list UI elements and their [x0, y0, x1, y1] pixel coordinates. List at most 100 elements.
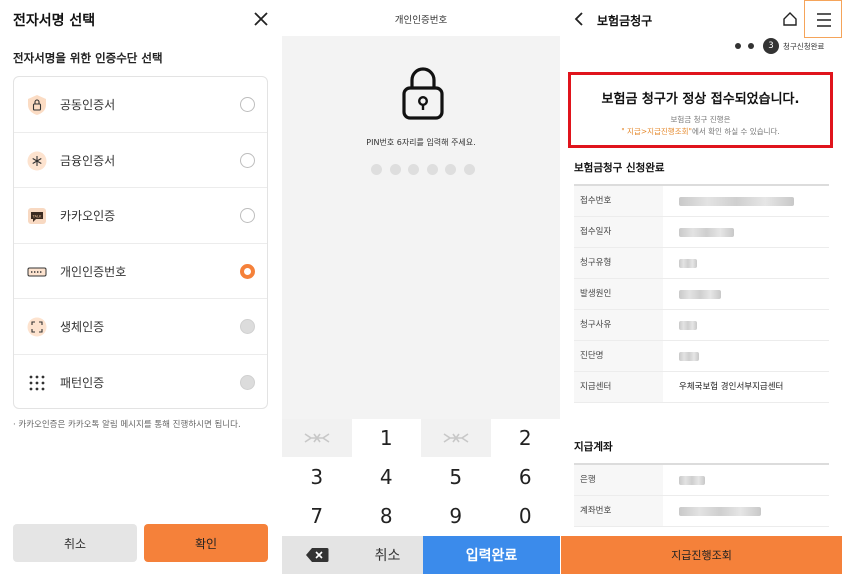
radio-button[interactable] — [240, 208, 255, 223]
backspace-icon — [306, 548, 329, 562]
back-arrow-icon[interactable] — [572, 11, 586, 27]
row-label: 청구유형 — [574, 248, 663, 278]
cancel-button[interactable]: 취소 — [13, 524, 137, 562]
pin-dot — [463, 164, 475, 175]
signature-method-panel: 전자서명 선택 전자서명을 위한 인증수단 선택 공동인증서 금융인증서 TAL… — [0, 0, 281, 574]
pin-instruction: PIN번호 6자리를 입력해 주세요. — [366, 138, 476, 147]
auth-method-joint-certificate[interactable]: 공동인증서 — [14, 77, 267, 133]
current-step-badge: 3 — [763, 38, 779, 54]
pin-dot — [426, 164, 438, 175]
pin-dot — [389, 164, 401, 175]
redacted-value — [679, 507, 761, 516]
section-title-claim: 보험금청구 신청완료 — [574, 162, 665, 174]
auth-method-financial-certificate[interactable]: 금융인증서 — [14, 133, 267, 188]
kakao-note-text: 카카오인증은 카카오톡 알림 메시지를 통해 진행하시면 됩니다. — [18, 420, 241, 430]
auth-method-list: 공동인증서 금융인증서 TALK 카카오인증 개인인증번호 생체인증 패턴인증 — [13, 76, 268, 409]
radio-button-disabled — [240, 319, 255, 334]
pin-entry-panel: 개인인증번호 PIN번호 6자리를 입력해 주세요. 1 2 3 4 5 6 7… — [282, 0, 560, 574]
redacted-value — [679, 476, 705, 485]
key-0[interactable]: 0 — [490, 497, 560, 535]
key-2[interactable]: 2 — [490, 419, 560, 457]
page-title: 전자서명 선택 — [13, 13, 96, 29]
auth-method-kakao[interactable]: TALK 카카오인증 — [14, 188, 267, 244]
redacted-value — [679, 228, 734, 237]
lock-icon — [402, 67, 444, 120]
row-label: 계좌번호 — [574, 496, 663, 526]
radio-button[interactable] — [240, 97, 255, 112]
step-dot — [748, 43, 754, 49]
notice-line-1: 보험금 청구 진행은 — [670, 115, 731, 124]
auth-method-pattern[interactable]: 패턴인증 — [14, 355, 267, 409]
key-9[interactable]: 9 — [421, 497, 491, 535]
kakao-note: · 카카오인증은 카카오톡 알림 메시지를 통해 진행하시면 됩니다. — [13, 420, 241, 430]
table-row: 진단명 — [574, 341, 829, 372]
key-5[interactable]: 5 — [421, 458, 491, 496]
notice-heading: 보험금 청구가 정상 접수되었습니다. — [601, 92, 800, 107]
auth-method-label: 금융인증서 — [60, 153, 116, 168]
pattern-grid-icon — [29, 375, 45, 390]
kakao-talk-icon: TALK — [28, 208, 46, 224]
auth-method-label: 생체인증 — [60, 320, 105, 334]
radio-button[interactable] — [240, 152, 255, 168]
row-label: 접수번호 — [574, 186, 663, 216]
key-7[interactable]: 7 — [282, 497, 352, 535]
account-detail-table: 은행 계좌번호 — [574, 463, 829, 527]
scramble-icon — [304, 433, 330, 443]
redacted-value — [679, 352, 699, 361]
claim-received-notice: 보험금 청구가 정상 접수되었습니다. 보험금 청구 진행은 " 지급>지급진행… — [568, 72, 833, 148]
row-label: 청구사유 — [574, 310, 663, 340]
table-row: 지급센터 우체국보험 경인서부지급센터 — [574, 372, 829, 403]
auth-method-label: 개인인증번호 — [60, 264, 127, 279]
pin-dot — [371, 164, 382, 175]
redacted-value — [679, 290, 721, 299]
svg-text:TALK: TALK — [32, 214, 42, 218]
step-indicator: 3 청구신청완료 — [733, 38, 833, 54]
auth-method-label: 공동인증서 — [60, 98, 116, 112]
table-row: 접수일자 — [574, 217, 829, 248]
row-label: 접수일자 — [574, 217, 663, 247]
key-6[interactable]: 6 — [490, 458, 560, 496]
payment-status-button[interactable]: 지급진행조회 — [561, 536, 842, 574]
input-complete-button[interactable]: 입력완료 — [423, 536, 560, 574]
auth-method-label: 카카오인증 — [60, 209, 116, 223]
key-4[interactable]: 4 — [351, 458, 421, 496]
pin-keyboard-icon — [27, 267, 47, 276]
blank-key[interactable] — [421, 419, 491, 457]
asterisk-certificate-icon — [27, 151, 47, 170]
table-row: 계좌번호 — [574, 496, 829, 527]
key-3[interactable]: 3 — [282, 458, 352, 496]
table-row: 접수번호 — [574, 186, 829, 217]
redacted-value — [679, 321, 697, 330]
auth-method-pin[interactable]: 개인인증번호 — [14, 244, 267, 299]
table-row: 청구사유 — [574, 310, 829, 341]
payment-status-link[interactable]: " 지급>지급진행조회" — [621, 127, 692, 136]
page-title: 보험금청구 — [597, 14, 653, 28]
redacted-value — [679, 197, 794, 206]
redacted-value — [679, 259, 697, 268]
biometric-scan-icon — [27, 317, 47, 337]
key-8[interactable]: 8 — [351, 497, 421, 535]
home-icon[interactable] — [782, 11, 798, 27]
claim-detail-table: 접수번호 접수일자 청구유형 발생원인 청구사유 진단명 지급센터 우체국보험 … — [574, 184, 829, 403]
page-title: 개인인증번호 — [394, 15, 448, 26]
keypad-cancel-button[interactable]: 취소 — [352, 536, 423, 574]
payment-center-value: 우체국보험 경인서부지급센터 — [679, 382, 784, 392]
row-label: 은행 — [574, 465, 663, 495]
table-row: 발생원인 — [574, 279, 829, 310]
section-title-account: 지급계좌 — [574, 441, 613, 453]
table-row: 은행 — [574, 465, 829, 496]
row-label: 지급센터 — [574, 372, 663, 402]
key-1[interactable]: 1 — [351, 419, 421, 457]
menu-button[interactable] — [804, 0, 842, 38]
notice-line-2: " 지급>지급진행조회"에서 확인 하실 수 있습니다. — [571, 126, 830, 137]
current-step-label: 청구신청완료 — [783, 42, 825, 51]
pin-dot — [445, 164, 456, 175]
close-icon[interactable] — [251, 9, 271, 29]
confirm-button[interactable]: 확인 — [144, 524, 268, 562]
auth-method-biometric[interactable]: 생체인증 — [14, 299, 267, 355]
backspace-button[interactable] — [282, 536, 352, 574]
radio-button-selected[interactable] — [240, 263, 255, 279]
notice-line-2-text: 에서 확인 하실 수 있습니다. — [691, 127, 780, 136]
hamburger-menu-icon — [817, 13, 831, 27]
blank-key[interactable] — [282, 419, 352, 457]
